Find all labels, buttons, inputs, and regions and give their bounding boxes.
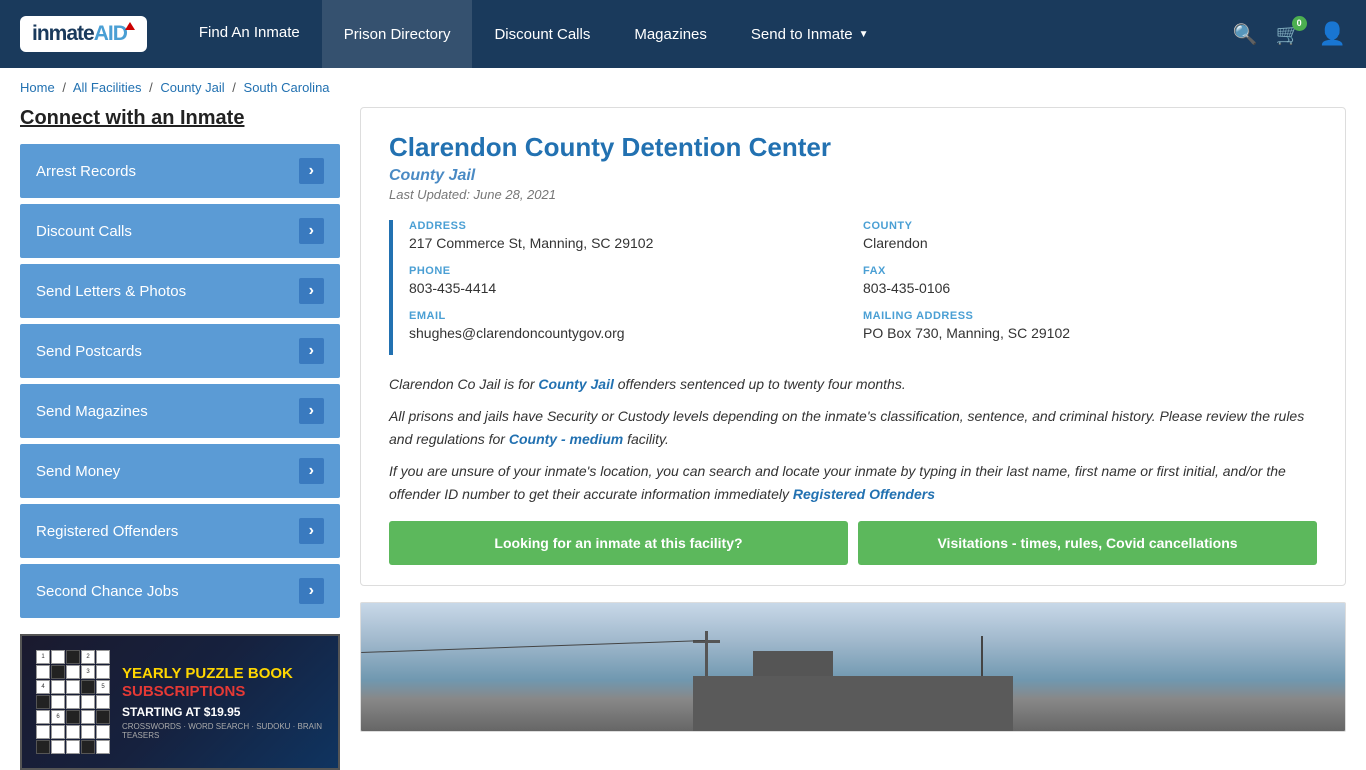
county-jail-link[interactable]: County Jail <box>538 376 613 392</box>
looking-for-inmate-button[interactable]: Looking for an inmate at this facility? <box>389 521 848 565</box>
nav-discount-calls[interactable]: Discount Calls <box>472 0 612 68</box>
sidebar-item-send-postcards[interactable]: Send Postcards › <box>20 324 340 378</box>
wire-1 <box>361 640 705 653</box>
sidebar: Connect with an Inmate Arrest Records › … <box>20 107 340 770</box>
sidebar-item-arrest-records[interactable]: Arrest Records › <box>20 144 340 198</box>
mailing-block: MAILING ADDRESS PO Box 730, Manning, SC … <box>863 310 1317 341</box>
building-wing <box>753 651 833 676</box>
arrow-icon: › <box>299 338 324 364</box>
county-value: Clarendon <box>863 235 1297 251</box>
logo[interactable]: inmate AID <box>20 16 147 52</box>
arrow-icon: › <box>299 218 324 244</box>
cart-badge: 0 <box>1292 16 1307 31</box>
visitation-button[interactable]: Visitations - times, rules, Covid cancel… <box>858 521 1317 565</box>
arrow-icon: › <box>299 458 324 484</box>
county-label: COUNTY <box>863 220 1297 232</box>
sidebar-item-registered-offenders[interactable]: Registered Offenders › <box>20 504 340 558</box>
nav-prison-directory[interactable]: Prison Directory <box>322 0 473 68</box>
navbar-icons: 🔍 🛒 0 👤 <box>1233 21 1346 47</box>
search-button[interactable]: 🔍 <box>1233 22 1258 47</box>
county-medium-link[interactable]: County - medium <box>509 431 623 447</box>
puzzle-ad-text: YEARLY PUZZLE BOOK SUBSCRIPTIONS STARTIN… <box>122 665 324 740</box>
email-block: EMAIL shughes@clarendoncountygov.org <box>409 310 863 341</box>
puzzle-grid-visual: 1 2 3 4 5 <box>36 650 110 754</box>
puzzle-starting: STARTING AT $19.95 <box>122 705 324 719</box>
main-layout: Connect with an Inmate Arrest Records › … <box>0 107 1366 770</box>
sidebar-item-send-letters-photos[interactable]: Send Letters & Photos › <box>20 264 340 318</box>
puzzle-title: YEARLY PUZZLE BOOK SUBSCRIPTIONS <box>122 665 324 701</box>
breadcrumb-all-facilities[interactable]: All Facilities <box>73 80 142 95</box>
facility-type: County Jail <box>389 167 1317 185</box>
breadcrumb-county-jail[interactable]: County Jail <box>160 80 224 95</box>
arrow-icon: › <box>299 398 324 424</box>
arrow-icon: › <box>299 518 324 544</box>
facility-photo <box>360 602 1346 732</box>
mailing-label: MAILING ADDRESS <box>863 310 1297 322</box>
breadcrumb-sep-2: / <box>149 80 153 95</box>
breadcrumb-south-carolina[interactable]: South Carolina <box>244 80 330 95</box>
navbar: inmate AID Find An Inmate Prison Directo… <box>0 0 1366 68</box>
facility-desc-1: Clarendon Co Jail is for County Jail off… <box>389 373 1317 395</box>
facility-desc-3: If you are unsure of your inmate's locat… <box>389 460 1317 505</box>
email-label: EMAIL <box>409 310 843 322</box>
fax-block: FAX 803-435-0106 <box>863 265 1317 296</box>
sidebar-title: Connect with an Inmate <box>20 107 340 130</box>
nav-magazines[interactable]: Magazines <box>612 0 729 68</box>
breadcrumb-sep-3: / <box>232 80 236 95</box>
sidebar-item-second-chance-jobs[interactable]: Second Chance Jobs › <box>20 564 340 618</box>
facility-updated: Last Updated: June 28, 2021 <box>389 187 1317 202</box>
arrow-icon: › <box>299 158 324 184</box>
fax-label: FAX <box>863 265 1297 277</box>
nav-send-to-inmate[interactable]: Send to Inmate ▼ <box>729 0 891 68</box>
action-buttons: Looking for an inmate at this facility? … <box>389 521 1317 565</box>
county-block: COUNTY Clarendon <box>863 220 1317 251</box>
navbar-nav: Find An Inmate Prison Directory Discount… <box>177 0 1233 68</box>
breadcrumb-home[interactable]: Home <box>20 80 55 95</box>
fax-value: 803-435-0106 <box>863 280 1297 296</box>
facility-desc-2: All prisons and jails have Security or C… <box>389 405 1317 450</box>
sidebar-menu: Arrest Records › Discount Calls › Send L… <box>20 144 340 618</box>
building-main <box>693 676 1013 731</box>
breadcrumb: Home / All Facilities / County Jail / So… <box>0 68 1366 107</box>
phone-label: PHONE <box>409 265 843 277</box>
address-label: ADDRESS <box>409 220 843 232</box>
flag-pole <box>981 636 983 676</box>
arrow-icon: › <box>299 578 324 604</box>
facility-card: Clarendon County Detention Center County… <box>360 107 1346 586</box>
info-grid: ADDRESS 217 Commerce St, Manning, SC 291… <box>389 220 1317 355</box>
phone-value: 803-435-4414 <box>409 280 843 296</box>
user-button[interactable]: 👤 <box>1319 21 1346 47</box>
sidebar-item-discount-calls[interactable]: Discount Calls › <box>20 204 340 258</box>
email-value: shughes@clarendoncountygov.org <box>409 325 843 341</box>
facility-name: Clarendon County Detention Center <box>389 132 1317 163</box>
registered-offenders-link[interactable]: Registered Offenders <box>793 486 935 502</box>
dropdown-arrow-icon: ▼ <box>859 29 869 40</box>
breadcrumb-sep-1: / <box>62 80 66 95</box>
puzzle-ad[interactable]: 1 2 3 4 5 <box>20 634 340 770</box>
address-value: 217 Commerce St, Manning, SC 29102 <box>409 235 843 251</box>
sidebar-item-send-magazines[interactable]: Send Magazines › <box>20 384 340 438</box>
address-block: ADDRESS 217 Commerce St, Manning, SC 291… <box>409 220 863 251</box>
cart-button[interactable]: 🛒 0 <box>1276 22 1301 47</box>
puzzle-types: CROSSWORDS · WORD SEARCH · SUDOKU · BRAI… <box>122 722 324 740</box>
content: Clarendon County Detention Center County… <box>360 107 1346 732</box>
mailing-value: PO Box 730, Manning, SC 29102 <box>863 325 1297 341</box>
arrow-icon: › <box>299 278 324 304</box>
nav-find-inmate[interactable]: Find An Inmate <box>177 0 322 68</box>
phone-block: PHONE 803-435-4414 <box>409 265 863 296</box>
sidebar-item-send-money[interactable]: Send Money › <box>20 444 340 498</box>
